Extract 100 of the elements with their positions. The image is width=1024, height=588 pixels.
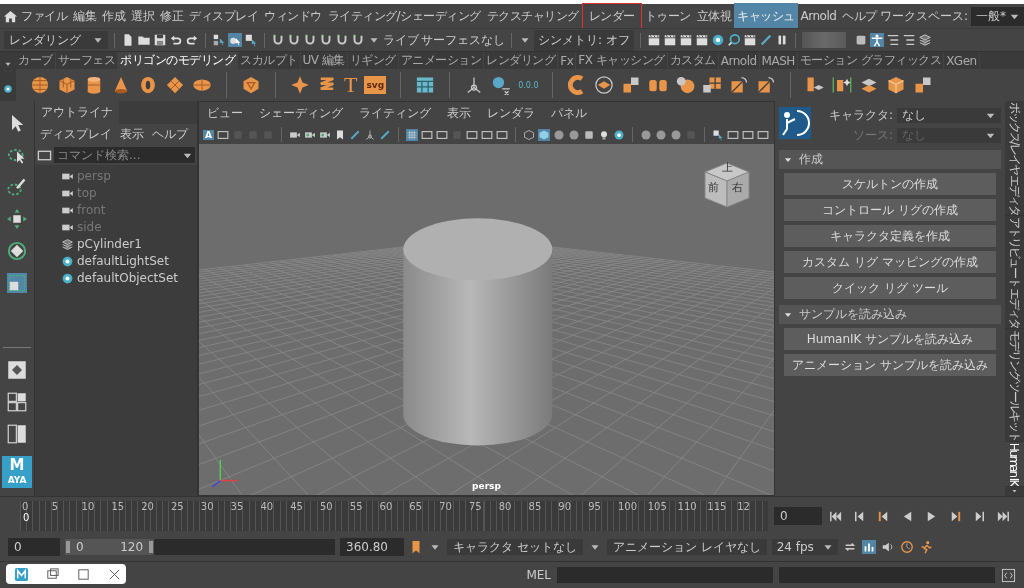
save-icon[interactable] — [153, 33, 167, 47]
safe-action-icon[interactable] — [480, 128, 493, 141]
combine-icon[interactable] — [675, 75, 696, 95]
two-view-layout-icon[interactable] — [7, 424, 27, 444]
shelf-tab[interactable]: Fx — [558, 52, 577, 69]
single-view-layout-icon[interactable] — [7, 360, 27, 380]
menu-item[interactable]: 作成 — [99, 2, 128, 30]
menu-item[interactable]: テクスチャリング — [483, 2, 582, 30]
menu-item[interactable]: 立体視 — [693, 2, 735, 30]
shelf-tab[interactable]: アニメーション — [398, 52, 485, 69]
outliner-item[interactable]: pCylinder1 — [77, 237, 142, 251]
menu-item[interactable]: トゥーン — [641, 2, 694, 30]
menu-set-dropdown[interactable]: レンダリング — [4, 31, 108, 49]
search-field[interactable]: コマンド検索... — [54, 147, 195, 163]
shelf-tab[interactable]: FX キャッシング — [576, 52, 668, 69]
menu-item[interactable]: 編集 — [70, 2, 99, 30]
shelf-tab[interactable]: カスタム — [667, 52, 719, 69]
shelf-tab[interactable]: モーション グラフィックス — [797, 52, 945, 69]
hik-button[interactable]: クイック リグ ツール — [784, 277, 996, 299]
select-camera-icon[interactable] — [216, 128, 229, 141]
paint-select-icon[interactable] — [7, 177, 27, 197]
shelf-tab[interactable]: ポリゴンのモデリング — [118, 52, 238, 69]
field-chart-icon[interactable] — [465, 128, 478, 141]
channel-box-icon[interactable] — [917, 33, 932, 47]
current-frame-field[interactable]: 0 — [774, 507, 822, 525]
grid-icon[interactable] — [405, 128, 418, 141]
cache-playback-icon[interactable] — [861, 540, 876, 554]
hik-button[interactable]: HumanIK サンプルを読み込み — [784, 328, 996, 350]
redo-icon[interactable] — [185, 33, 199, 47]
snap-point-icon[interactable] — [303, 33, 317, 47]
fps-dropdown[interactable]: 24 fps — [771, 539, 838, 555]
viewport-menu[interactable]: 表示 — [447, 105, 471, 122]
symmetry-dropdown[interactable]: シンメトリ: オフ — [534, 29, 634, 51]
svg-tool-button[interactable]: svg — [364, 76, 387, 94]
shelf-tab[interactable]: UV 編集 — [300, 52, 348, 69]
smooth-icon[interactable] — [702, 75, 723, 95]
snap-live-icon[interactable] — [351, 33, 365, 47]
hik-button[interactable]: コントロール リグの作成 — [784, 199, 996, 221]
character-dropdown[interactable]: なし — [897, 108, 1001, 123]
human-figure-icon[interactable] — [869, 33, 884, 47]
triangulate-icon[interactable] — [913, 75, 934, 95]
shelf-tab[interactable]: リギング — [347, 52, 399, 69]
snap-grid-icon[interactable] — [271, 33, 285, 47]
range-bar[interactable] — [65, 539, 155, 555]
select-component-icon[interactable] — [244, 33, 258, 47]
sound-icon[interactable] — [880, 540, 895, 554]
extrude-icon[interactable] — [621, 75, 642, 95]
shadows-icon[interactable] — [612, 128, 625, 141]
view-cube[interactable] — [702, 160, 752, 210]
shelf-tab[interactable]: カーブ — [16, 52, 56, 69]
grease-pencil-icon[interactable] — [348, 128, 361, 141]
section-header[interactable]: サンプルを読み込み — [779, 305, 1001, 324]
outliner-menu[interactable]: ディスプレイ — [40, 126, 112, 143]
snap-curve-icon[interactable] — [287, 33, 301, 47]
workspace-dropdown[interactable]: 一般* — [970, 6, 1024, 26]
ipr-render-icon[interactable] — [678, 33, 693, 47]
polyhedron-icon[interactable] — [241, 75, 261, 95]
hik-button[interactable]: スケルトンの作成 — [784, 173, 996, 195]
render-settings-icon[interactable] — [694, 33, 709, 47]
taskbar-preview[interactable] — [6, 564, 126, 584]
menu-item[interactable]: ディスプレイ — [186, 2, 261, 30]
range-handle[interactable] — [149, 541, 154, 553]
menu-item[interactable]: ライティング/シェーディング — [324, 2, 484, 30]
view-cube-label[interactable]: 右 — [732, 182, 743, 193]
cube-icon[interactable] — [57, 75, 77, 95]
undo-icon[interactable] — [169, 33, 183, 47]
command-input-field[interactable] — [557, 567, 773, 583]
render-preview-icon[interactable] — [726, 33, 741, 47]
character-set-dropdown[interactable]: キャラクタ セットなし — [447, 539, 583, 555]
animation-layer-dropdown[interactable]: アニメーション レイヤなし — [606, 539, 767, 555]
clock-icon[interactable] — [899, 540, 914, 554]
light-editor-icon[interactable] — [758, 33, 773, 47]
star-icon[interactable] — [290, 75, 310, 95]
viewport-menu[interactable]: ビュー — [207, 105, 243, 122]
hypershade-icon[interactable] — [710, 33, 725, 47]
maya-app-icon[interactable] — [14, 566, 29, 582]
shelf-tab[interactable]: Arnold — [718, 52, 760, 69]
select-hierarchy-icon[interactable] — [212, 33, 226, 47]
bool-icon[interactable] — [729, 75, 750, 95]
side-tab[interactable]: モデリング ツールキット — [1005, 329, 1024, 442]
safe-title-icon[interactable] — [495, 128, 508, 141]
time-ruler[interactable]: 0 5 10 15 20 25 30 35 40 45 50 55 60 65 70 75 80 85 90 95 100 105 110 115 12 0 — [20, 501, 768, 531]
move-tool-icon[interactable] — [7, 209, 27, 229]
select-mode-button[interactable]: A — [203, 129, 214, 140]
scale-tool-icon[interactable] — [7, 273, 27, 293]
menu-item[interactable]: 修正 — [157, 2, 186, 30]
rotate-tool-icon[interactable] — [7, 241, 27, 261]
tool-settings-icon[interactable] — [901, 33, 916, 47]
script-editor-icon[interactable] — [1001, 567, 1016, 583]
xray-icon[interactable] — [726, 128, 739, 141]
sweep-mesh-icon[interactable] — [415, 75, 436, 95]
shelf-tab[interactable]: MASH — [759, 52, 798, 69]
isolate-select-icon[interactable] — [711, 128, 724, 141]
brush-icon[interactable] — [378, 128, 391, 141]
outliner-item[interactable]: defaultObjectSet — [77, 271, 178, 285]
select-object-icon[interactable] — [228, 33, 242, 47]
shelf-tab[interactable]: レンダリング — [484, 52, 559, 69]
sphere-icon[interactable] — [30, 75, 50, 95]
viewport-menu[interactable]: シェーディング — [259, 105, 343, 122]
minimize-icon[interactable] — [45, 566, 60, 582]
